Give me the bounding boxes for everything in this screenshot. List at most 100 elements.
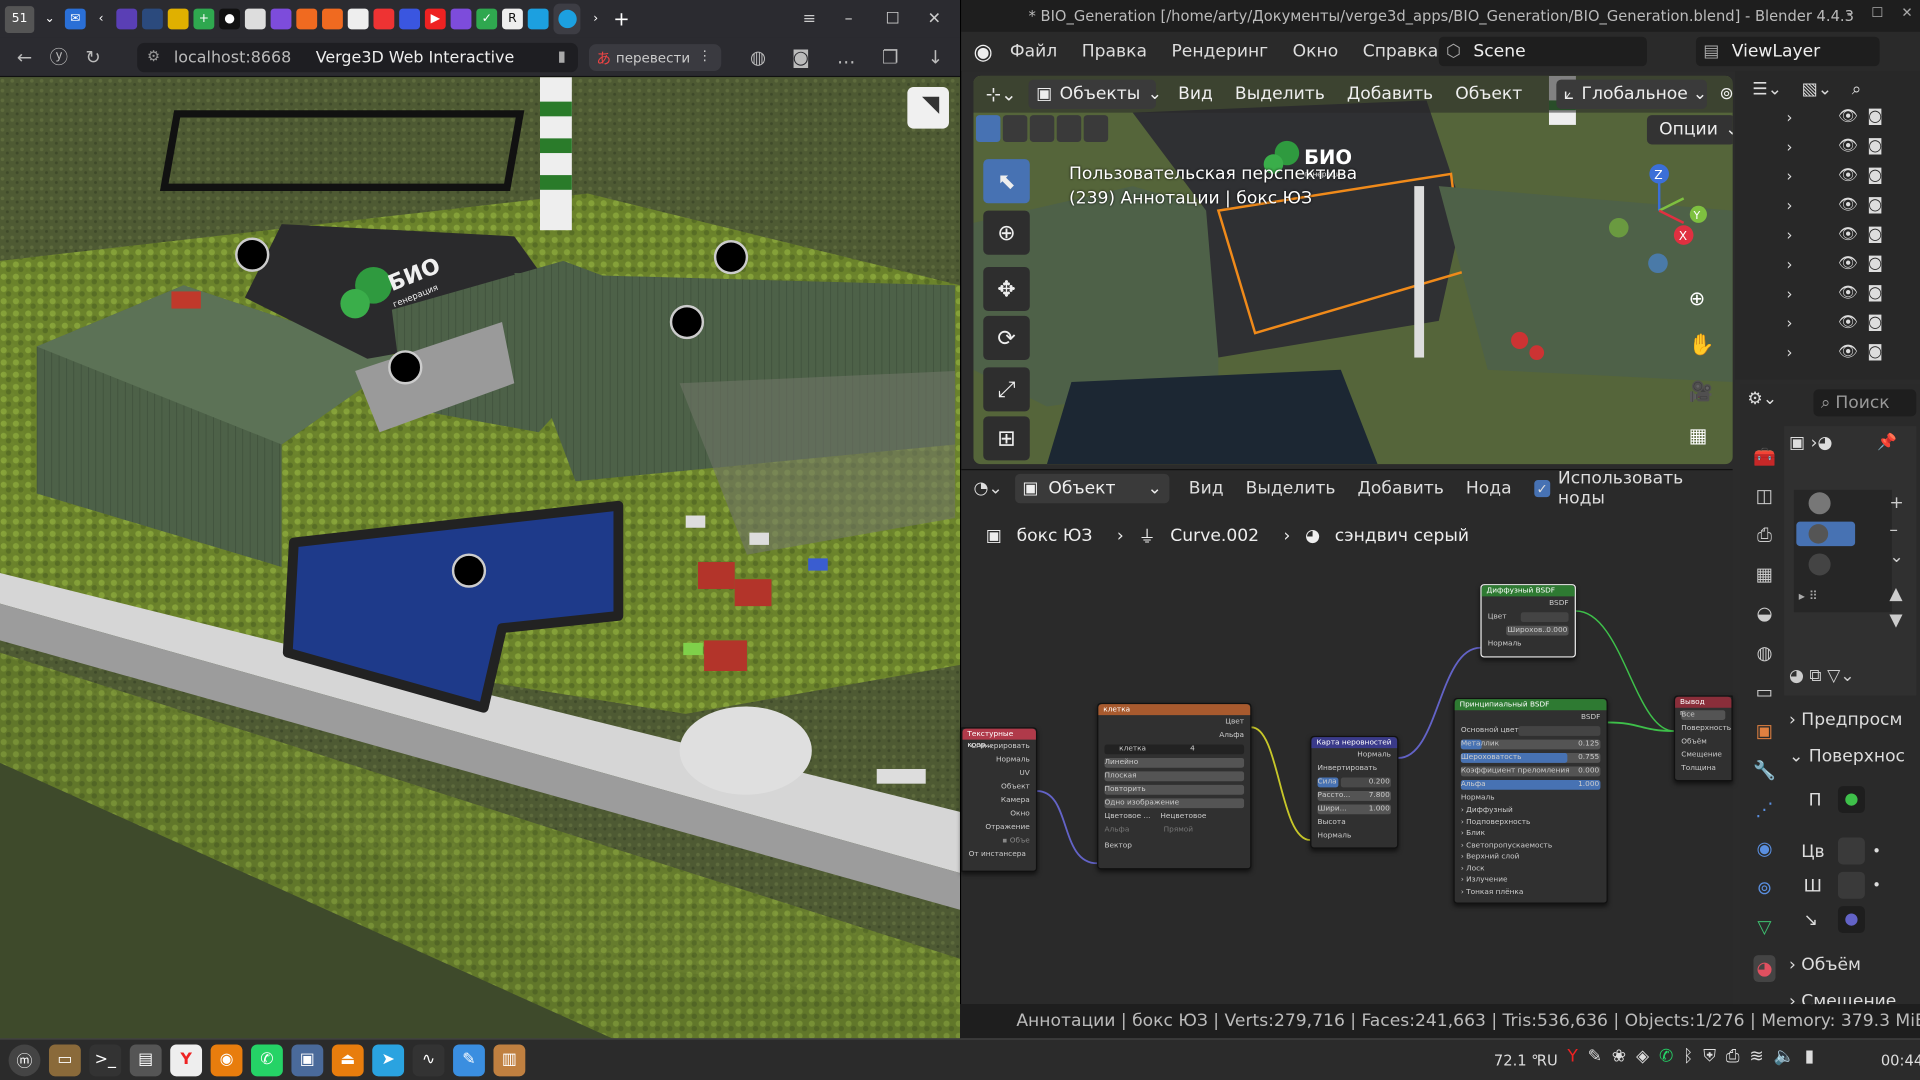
url-box[interactable]: ⚙ localhost:8668 Verge3D Web Interactive…	[137, 42, 578, 73]
files-icon[interactable]: ▭	[48, 1043, 81, 1076]
eye-icon[interactable]: 👁	[1838, 196, 1858, 214]
material-slot[interactable]	[1808, 492, 1831, 515]
expand-icon[interactable]: ›	[1787, 227, 1793, 244]
world-tab-icon[interactable]: ◍	[1756, 642, 1772, 664]
move-down-icon[interactable]: ▼	[1889, 607, 1903, 634]
expand-icon[interactable]: ›	[1787, 109, 1793, 126]
tab-icon[interactable]	[116, 8, 138, 30]
panel-transmission[interactable]: › Светопропускаемость	[1461, 839, 1607, 851]
socket-normal[interactable]: Нормаль	[1482, 637, 1575, 650]
sheets-icon[interactable]: +	[193, 8, 215, 30]
particles-tab-icon[interactable]: ⋰	[1755, 798, 1773, 820]
volume-icon[interactable]: 🔈	[1774, 1047, 1795, 1067]
start-menu-icon[interactable]: ⓜ	[8, 1043, 41, 1076]
outliner-row[interactable]: › 👁 ◙	[1735, 340, 1920, 369]
eye-icon[interactable]: 👁	[1838, 167, 1858, 185]
node-principled-bsdf[interactable]: Принципиальный BSDF BSDF Основной цвет М…	[1453, 697, 1608, 904]
view-layer-tab-icon[interactable]: ▦	[1756, 563, 1773, 585]
blender-icon[interactable]: ◉	[210, 1043, 243, 1076]
socket-normal[interactable]: Нормаль	[1455, 791, 1607, 804]
list-expand-icon[interactable]: ▸ ⠿	[1799, 590, 1818, 603]
menu-render[interactable]: Рендеринг	[1171, 42, 1268, 62]
socket-vector[interactable]: Вектор	[1098, 839, 1250, 852]
doc-icon[interactable]	[347, 8, 369, 30]
app-icon[interactable]: ▥	[493, 1043, 526, 1076]
close-icon[interactable]: ✕	[1901, 5, 1912, 21]
expand-icon[interactable]: ›	[1787, 138, 1793, 155]
material-slot-list[interactable]: ▸ ⠿	[1793, 489, 1892, 613]
menu-icon[interactable]: ≡	[796, 5, 823, 32]
properties-search[interactable]: ⌕ Поиск	[1813, 389, 1917, 417]
move-tool-icon[interactable]: ✥	[983, 266, 1030, 312]
scene-tab-icon[interactable]: ◒	[1756, 602, 1772, 624]
zoom-icon[interactable]: ⊕	[1689, 287, 1705, 310]
yandex-tray-icon[interactable]: Y	[1567, 1047, 1577, 1067]
search-icon[interactable]: ⌕	[1852, 80, 1862, 100]
socket-dot-icon[interactable]: •	[1872, 842, 1881, 859]
tab-icon[interactable]	[322, 8, 343, 30]
ortho-grid-icon[interactable]: ▦	[1689, 424, 1708, 447]
diffuse-roughness-field[interactable]: Широхов... 0.000	[1482, 623, 1575, 636]
outliner-row[interactable]: › 👁 ◙	[1735, 282, 1920, 311]
editor-type-icon[interactable]: ⊹⌄	[986, 83, 1017, 105]
tab-icon[interactable]	[373, 8, 395, 30]
telegram-icon[interactable]: ➤	[372, 1043, 405, 1076]
panel-diffuse[interactable]: › Диффузный	[1461, 804, 1607, 816]
camera-icon[interactable]: ◙	[1867, 196, 1882, 214]
modifier-tab-icon[interactable]: 🔧	[1753, 759, 1776, 781]
object-data-icon[interactable]: ▣ ›◕	[1789, 433, 1832, 453]
options-button[interactable]: Опции ⌄	[1646, 115, 1733, 145]
constraints-tab-icon[interactable]: ⊚	[1757, 877, 1772, 899]
viewport-menu-add[interactable]: Добавить	[1347, 84, 1433, 104]
terminal-icon[interactable]: >_	[89, 1043, 122, 1076]
outliner-row[interactable]: › 👁 ◙	[1735, 193, 1920, 222]
node-diffuse-bsdf[interactable]: Диффузный BSDF BSDF Цвет Широхов... 0.000…	[1480, 584, 1576, 658]
collections-icon[interactable]: ❐	[873, 40, 907, 74]
menu-file[interactable]: Файл	[1010, 42, 1057, 62]
select-subtract-icon[interactable]	[1029, 115, 1055, 143]
yandex-browser-icon[interactable]: Y	[170, 1043, 203, 1076]
add-slot-icon[interactable]: +	[1889, 490, 1903, 517]
annotation-hotspot[interactable]	[669, 304, 705, 340]
tab-active[interactable]	[553, 3, 581, 35]
mode-selector[interactable]: ▣ Объекты ⌄	[1028, 79, 1162, 109]
yandex-icon[interactable]: ⓨ	[42, 40, 76, 74]
camera-icon[interactable]: ◙	[784, 40, 818, 74]
pin-icon[interactable]: 📌	[1877, 433, 1897, 451]
select-intersect-icon[interactable]	[1083, 115, 1109, 143]
prop-normal-socket[interactable]	[1837, 906, 1865, 934]
more-icon[interactable]: ⋮	[698, 48, 711, 64]
eye-icon[interactable]: 👁	[1838, 225, 1858, 243]
chevron-down-icon[interactable]: ⌄	[39, 9, 60, 30]
distance-field[interactable]: Рассто... 7.800	[1311, 789, 1397, 802]
socket-uv[interactable]: UV	[962, 767, 1035, 780]
properties-type-icon[interactable]: ⚙⌄	[1747, 389, 1777, 409]
new-tab-icon[interactable]: +	[611, 7, 632, 30]
socket-camera[interactable]: Камера	[962, 793, 1035, 806]
menu-window[interactable]: Окно	[1293, 42, 1339, 62]
strength-field[interactable]: Сила 0.200	[1311, 775, 1397, 788]
tab-icon[interactable]	[167, 8, 189, 30]
camera-icon[interactable]: ◙	[1867, 137, 1882, 155]
tray-icon[interactable]: ◈	[1636, 1047, 1649, 1067]
panel-emission[interactable]: › Излучение	[1461, 874, 1607, 886]
socket-bsdf-out[interactable]: BSDF	[1455, 710, 1607, 723]
socket-dot-icon[interactable]: •	[1872, 877, 1881, 894]
socket-normal-in[interactable]: Нормаль	[1311, 829, 1397, 842]
outliner-filter-icon[interactable]: ▧⌄	[1802, 80, 1833, 100]
shader-node-editor[interactable]: ◔⌄ ▣ Объект ⌄ Вид Выделить Добавить Нода ✓…	[961, 468, 1733, 1005]
camera-icon[interactable]: ◙	[1867, 343, 1882, 361]
alpha-field[interactable]: Альфа 1.000	[1455, 778, 1607, 791]
viewport-menu-select[interactable]: Выделить	[1235, 84, 1325, 104]
annotation-hotspot[interactable]	[451, 553, 487, 588]
node-material-output[interactable]: Вывод матер... Все Поверхность Объём Сме…	[1673, 695, 1733, 782]
menu-edit[interactable]: Правка	[1082, 42, 1147, 62]
shield-icon[interactable]: ⛨	[1703, 1047, 1716, 1067]
menu-help[interactable]: Справка	[1363, 42, 1439, 62]
download-icon[interactable]: ↓	[918, 40, 952, 74]
maximize-icon[interactable]: ☐	[879, 5, 906, 32]
transform-tool-icon[interactable]: ⊞	[983, 416, 1030, 461]
eye-icon[interactable]: 👁	[1838, 313, 1858, 331]
fullscreen-button[interactable]	[907, 86, 949, 129]
socket-bsdf-out[interactable]: BSDF	[1482, 596, 1575, 609]
